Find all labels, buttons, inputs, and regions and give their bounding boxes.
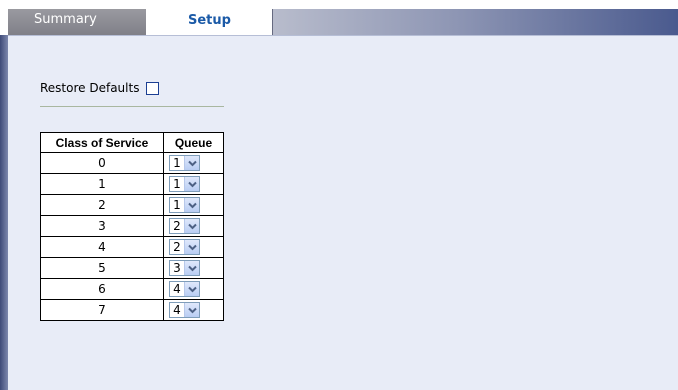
table-row: 53 (40, 257, 224, 279)
tab-setup[interactable]: Setup (146, 9, 274, 35)
cos-value: 7 (40, 299, 164, 321)
queue-select[interactable]: 1 (169, 197, 200, 213)
cos-value: 6 (40, 278, 164, 300)
chevron-down-icon[interactable] (184, 303, 199, 317)
chevron-down-icon[interactable] (184, 156, 199, 170)
queue-select[interactable]: 2 (169, 218, 200, 234)
chevron-down-icon[interactable] (184, 282, 199, 296)
queue-select-value: 1 (173, 177, 181, 191)
queue-select-value: 1 (173, 156, 181, 170)
queue-select-value: 2 (173, 240, 181, 254)
table-row: 42 (40, 236, 224, 258)
table-row: 11 (40, 173, 224, 195)
restore-defaults-row: Restore Defaults (40, 81, 160, 95)
table-row: 64 (40, 278, 224, 300)
queue-select[interactable]: 4 (169, 302, 200, 318)
table-row: 74 (40, 299, 224, 321)
queue-select-value: 4 (173, 303, 181, 317)
table-header-row: Class of Service Queue (40, 132, 224, 153)
queue-select[interactable]: 1 (169, 176, 200, 192)
chevron-down-icon[interactable] (184, 240, 199, 254)
queue-select[interactable]: 1 (169, 155, 200, 171)
chevron-down-icon[interactable] (184, 261, 199, 275)
cos-value: 3 (40, 215, 164, 237)
table-row: 32 (40, 215, 224, 237)
cos-value: 4 (40, 236, 164, 258)
cos-queue-table: Class of Service Queue 0111213242536474 (40, 132, 224, 321)
header-queue: Queue (163, 132, 224, 153)
queue-select[interactable]: 4 (169, 281, 200, 297)
restore-defaults-checkbox[interactable] (146, 81, 160, 95)
queue-select-value: 1 (173, 198, 181, 212)
queue-select[interactable]: 3 (169, 260, 200, 276)
chevron-down-icon[interactable] (184, 177, 199, 191)
queue-cell: 4 (163, 278, 224, 300)
queue-select-value: 2 (173, 219, 181, 233)
cos-value: 2 (40, 194, 164, 216)
queue-cell: 1 (163, 152, 224, 174)
table-row: 01 (40, 152, 224, 174)
setup-page: Summary Setup Restore Defaults Class of … (0, 0, 678, 390)
queue-cell: 1 (163, 173, 224, 195)
restore-defaults-label: Restore Defaults (40, 81, 140, 95)
cos-value: 1 (40, 173, 164, 195)
cos-value: 0 (40, 152, 164, 174)
queue-cell: 2 (163, 236, 224, 258)
left-edge-bar (0, 35, 8, 390)
tab-summary[interactable]: Summary (8, 9, 162, 35)
queue-cell: 2 (163, 215, 224, 237)
tab-bar-fill (272, 9, 678, 35)
header-class-of-service: Class of Service (40, 132, 164, 153)
queue-select-value: 3 (173, 261, 181, 275)
queue-cell: 3 (163, 257, 224, 279)
queue-cell: 1 (163, 194, 224, 216)
table-row: 21 (40, 194, 224, 216)
queue-cell: 4 (163, 299, 224, 321)
chevron-down-icon[interactable] (184, 198, 199, 212)
section-divider (40, 106, 224, 107)
content-panel: Restore Defaults Class of Service Queue … (8, 35, 678, 390)
cos-value: 5 (40, 257, 164, 279)
tab-bar: Summary Setup (8, 9, 678, 35)
chevron-down-icon[interactable] (184, 219, 199, 233)
queue-select[interactable]: 2 (169, 239, 200, 255)
queue-select-value: 4 (173, 282, 181, 296)
